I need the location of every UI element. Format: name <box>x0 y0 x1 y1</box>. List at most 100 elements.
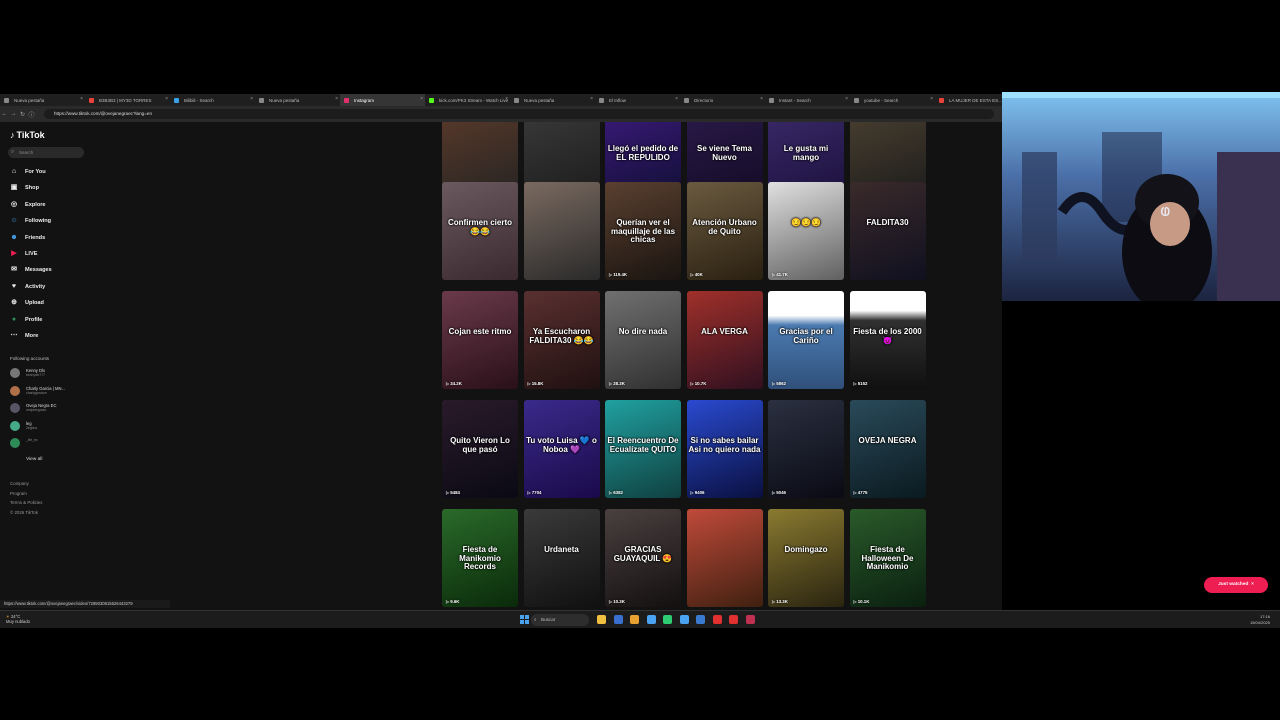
video-thumbnail[interactable] <box>523 182 600 280</box>
video-thumbnail[interactable] <box>686 509 763 607</box>
youtube-icon[interactable] <box>712 615 722 624</box>
store-icon[interactable] <box>696 615 705 624</box>
nav-label: Explore <box>25 201 46 208</box>
following-account[interactable]: Oveja Negra EC ovejanegraec <box>10 403 57 413</box>
browser-tab[interactable]: Nueva pestaña × <box>0 94 85 106</box>
tab-close-icon[interactable]: × <box>505 96 508 102</box>
site-info-icon[interactable]: ⓘ <box>27 110 36 119</box>
browser-tab[interactable]: youtube - Search × <box>850 94 935 106</box>
video-thumbnail[interactable]: Cojan este ritmo 34.2K <box>442 291 518 389</box>
video-thumbnail[interactable]: No dire nada 28.3K <box>605 291 681 389</box>
app-icon[interactable] <box>729 615 738 624</box>
video-thumbnail[interactable]: Fiesta de los 2000 😈 5152 <box>849 291 926 389</box>
nav-item-live[interactable]: ▶ LIVE <box>10 250 37 258</box>
nav-item-for-you[interactable]: ⌂ For You <box>10 168 46 176</box>
video-thumbnail[interactable]: Domingazo 13.3K <box>768 509 844 607</box>
video-thumbnail[interactable]: 😏😏😏 41.7K <box>768 182 844 280</box>
following-account[interactable]: _lint_ec <box>10 438 38 448</box>
view-all-link[interactable]: View all <box>26 457 42 462</box>
video-thumbnail[interactable]: 5046 <box>768 400 844 498</box>
close-icon[interactable]: × <box>1250 582 1254 587</box>
browser-tab[interactable]: El Inflow × <box>595 94 680 106</box>
file-explorer-icon[interactable] <box>597 615 606 624</box>
nav-item-shop[interactable]: ▣ Shop <box>10 184 39 192</box>
nav-item-more[interactable]: ⋯ More <box>10 332 39 340</box>
footer-link[interactable]: Terms & Policies <box>10 500 42 505</box>
settings-icon[interactable] <box>613 615 623 624</box>
video-thumbnail[interactable]: GRACIAS GUAYAQUIL 😍 10.3K <box>605 509 681 607</box>
folder-icon[interactable] <box>630 615 639 624</box>
video-thumbnail[interactable]: Fiesta de Halloween De Manikomio 10.1K <box>849 509 926 607</box>
tab-close-icon[interactable]: × <box>930 96 933 102</box>
tiktok-page: ♪ TikTok ⌕ Search ⌂ For You ▣ Shop ◎ Explore ☺… <box>0 122 1002 610</box>
video-thumbnail[interactable]: Si no sabes bailar Asi no quiero nada 940… <box>686 400 763 498</box>
following-account[interactable]: Charly Garcia | MN... charlygarcium <box>10 385 65 396</box>
video-thumbnail[interactable]: Ya Escucharon FALDITA30 😂😂 15.8K <box>523 291 600 389</box>
video-thumbnail[interactable]: ALA VERGA 10.7K <box>686 291 763 389</box>
video-thumbnail[interactable]: Urdaneta <box>523 509 600 607</box>
tab-label: LA MUJER DE ESTA ES... <box>949 97 1002 103</box>
taskbar-search[interactable]: ⌕ Buscar <box>531 614 589 626</box>
account-text: Charly Garcia | MN... charlygarcium <box>26 386 65 395</box>
browser-tab[interactable]: kick.com/PK3 Stream - Watch Live × <box>425 94 510 106</box>
windows-start-icon[interactable] <box>520 615 529 624</box>
video-caption: Urdaneta <box>544 545 579 555</box>
search-input[interactable]: ⌕ Search <box>8 147 84 158</box>
weather-widget[interactable]: ☀ 24°C Muy nublado <box>6 614 30 624</box>
tab-close-icon[interactable]: × <box>165 96 168 102</box>
browser-tab[interactable]: Nueva pestaña × <box>510 94 595 106</box>
tab-close-icon[interactable]: × <box>80 96 83 102</box>
nav-item-activity[interactable]: ♥ Activity <box>10 283 45 291</box>
clock[interactable]: 17:16 15/04/2025 <box>1250 614 1270 625</box>
nav-item-explore[interactable]: ◎ Explore <box>10 201 46 209</box>
video-thumbnail[interactable]: Fiesta de Manikomio Records 9.6K <box>442 509 518 607</box>
tab-close-icon[interactable]: × <box>335 96 338 102</box>
tab-close-icon[interactable]: × <box>760 96 763 102</box>
video-thumbnail[interactable]: Quito Vieron Lo que pasó 5484 <box>442 400 518 498</box>
video-caption: No dire nada <box>618 327 668 337</box>
just-watched-button[interactable]: Just watched × <box>1204 577 1268 593</box>
back-icon[interactable]: ← <box>0 111 9 117</box>
video-thumbnail[interactable]: Gracias por el Cariño 5862 <box>768 291 844 389</box>
tiktok-logo[interactable]: ♪ TikTok <box>10 130 45 140</box>
nav-item-messages[interactable]: ✉ Messages <box>10 266 52 274</box>
browser-tab[interactable]: Instagram × <box>340 94 425 106</box>
browser-tab[interactable]: Bilibili - Search × <box>170 94 255 106</box>
edge-icon[interactable] <box>646 615 656 624</box>
tab-close-icon[interactable]: × <box>845 96 848 102</box>
tab-close-icon[interactable]: × <box>250 96 253 102</box>
video-thumbnail[interactable]: OVEJA NEGRA 4775 <box>849 400 926 498</box>
forward-icon[interactable]: → <box>9 111 18 117</box>
following-account[interactable]: leg 2egbus <box>10 420 37 431</box>
tab-favicon-icon <box>4 97 9 103</box>
app-icon[interactable] <box>745 615 755 624</box>
view-count: 10.1K <box>854 599 870 604</box>
tab-close-icon[interactable]: × <box>590 96 593 102</box>
browser-tab[interactable]: Instant - Search × <box>765 94 850 106</box>
footer-link[interactable]: Company <box>10 481 29 486</box>
nav-item-profile[interactable]: ● Profile <box>10 316 43 324</box>
footer-link[interactable]: Program <box>10 491 27 496</box>
tab-close-icon[interactable]: × <box>420 96 423 102</box>
nav-label: LIVE <box>25 251 38 257</box>
nav-item-upload[interactable]: ⊕ Upload <box>10 299 44 307</box>
following-account[interactable]: Kenny Dlx kennydlx777 <box>10 368 45 378</box>
video-thumbnail[interactable]: El Reencuentro De Ecualízate QUITO 6382 <box>605 400 681 498</box>
browser-tab[interactable]: Nueva pestaña × <box>255 94 340 106</box>
video-thumbnail[interactable]: FALDITA30 <box>849 182 926 280</box>
reload-icon[interactable]: ↻ <box>18 111 27 118</box>
chrome-icon[interactable] <box>663 615 672 624</box>
url-field[interactable]: https://www.tiktok.com/@ovejanegraec?lan… <box>44 109 994 119</box>
video-thumbnail[interactable]: Atención Urbano de Quito 40K <box>686 182 763 280</box>
video-thumbnail[interactable]: Confirmen cierto 😂😂 <box>442 182 518 280</box>
nav-item-following[interactable]: ☺ Following <box>10 217 51 225</box>
browser-tab[interactable]: B3B3B3 | MY3D TORRES × <box>85 94 170 106</box>
video-thumbnail[interactable]: Tu voto Luisa 💙 o Noboa 💜 7704 <box>523 400 600 498</box>
upload-icon: ⊕ <box>11 299 17 307</box>
tab-close-icon[interactable]: × <box>675 96 678 102</box>
video-thumbnail[interactable]: Querían ver el maquillaje de las chicas 1… <box>605 182 681 280</box>
mail-icon[interactable] <box>679 615 689 624</box>
browser-tab[interactable]: LA MUJER DE ESTA ES...× <box>935 94 1002 106</box>
browser-tab[interactable]: Directorio × <box>680 94 765 106</box>
nav-item-friends[interactable]: ☻ Friends <box>10 234 45 242</box>
